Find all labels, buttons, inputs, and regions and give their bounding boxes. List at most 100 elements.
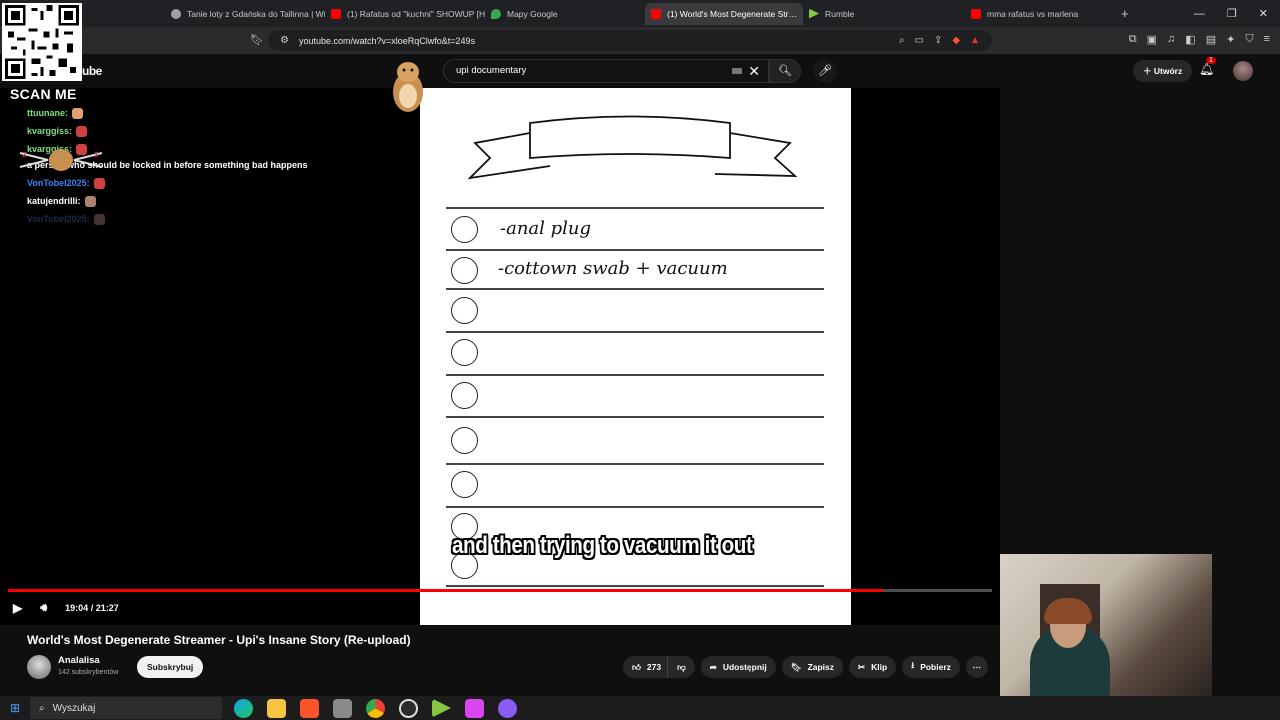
clip-label: Klip [871, 662, 888, 672]
checklist-divider [446, 506, 824, 508]
chat-message: VonTobel2025: [27, 174, 317, 192]
tab-label: Rumble [825, 8, 855, 19]
youtube-icon [331, 8, 341, 19]
messenger-icon[interactable] [498, 698, 517, 718]
minimize-icon[interactable]: — [1194, 8, 1205, 20]
youtube-logo[interactable]: ube [82, 64, 102, 78]
clear-search-icon[interactable]: ✕ [748, 60, 760, 82]
restore-icon[interactable]: ❐ [1227, 7, 1237, 20]
notifications-button[interactable]: 🔔︎ 1 [1199, 57, 1216, 76]
hamster-emote-sticker: z z [19, 149, 103, 171]
checklist-divider [446, 249, 824, 251]
obs-icon[interactable] [399, 698, 418, 718]
tab-label: Mapy Google [507, 8, 558, 19]
youtube-icon [971, 8, 981, 19]
screen: Tanie loty z Gdańska do Tallinna | Wi… (… [0, 0, 1280, 720]
account-avatar[interactable] [1233, 61, 1253, 81]
channel-avatar[interactable] [27, 655, 51, 679]
chat-user: VonTobel2025: [27, 178, 90, 188]
menu-icon[interactable]: ≡ [1264, 33, 1270, 46]
chat-user: kvarggiss: [27, 126, 73, 136]
checkbox-circle [451, 382, 478, 409]
extension-icons: ⧉ ▣ ♫ ◧ ▤ ✦ ⛉ ≡ [1129, 33, 1270, 46]
rumble-icon[interactable] [432, 698, 451, 718]
search-button[interactable]: 🔍︎ [769, 59, 801, 83]
youtube-header: ube upi documentary ✕ 🔍︎ 🎤︎ ＋ Utwórz 🔔︎ … [0, 54, 1280, 88]
search-input[interactable]: upi documentary ✕ [443, 59, 769, 83]
window-controls: — ❐ ✕ [1194, 0, 1280, 27]
video-progress-bar[interactable] [8, 589, 992, 592]
chat-user: ttuunane: [27, 108, 68, 118]
close-window-icon[interactable]: ✕ [1259, 7, 1268, 20]
checklist-divider [446, 207, 824, 209]
site-settings-icon[interactable]: ⚙ [280, 35, 289, 46]
emote-icon [93, 213, 105, 225]
emote-icon [93, 177, 105, 189]
share-arrow-icon: ➦ [709, 661, 717, 672]
tab-mma-rafatus[interactable]: mma rafatus vs marlena [965, 3, 1115, 25]
volume-icon[interactable]: 🔊︎ [40, 602, 47, 615]
checklist-item: -anal plug [500, 218, 592, 239]
globe-icon [171, 8, 181, 19]
chrome-icon[interactable] [366, 698, 385, 718]
subscribe-button[interactable]: Subskrybuj [137, 656, 204, 678]
tab-label: (1) Rafatus od "kuchni" SHOWUP [H… [347, 8, 485, 19]
save-label: Zapisz [807, 662, 835, 672]
app-icon[interactable] [333, 698, 352, 718]
taskbar-apps [234, 698, 517, 718]
tab-rumble[interactable]: Rumble [803, 3, 965, 25]
wallet-icon[interactable]: ▣ [1147, 33, 1157, 46]
download-button[interactable]: ⭳ Pobierz [902, 656, 960, 678]
share-icon[interactable]: ⇪ [934, 35, 942, 46]
tab-current-video[interactable]: (1) World's Most Degenerate Str… ✕ [645, 2, 803, 25]
rumble-icon [809, 8, 819, 19]
screen-icon[interactable]: ▭ [915, 35, 924, 46]
brave-icon[interactable] [300, 698, 319, 718]
taskbar-search[interactable]: ⌕ Wyszukaj [30, 697, 222, 719]
voice-search-button[interactable]: 🎤︎ [813, 59, 837, 83]
bookmark-icon[interactable]: 🔖︎ [250, 33, 264, 46]
video-actions: 👍︎ 273 👎︎ ➦ Udostępnij 🔖︎ Zapisz ✂ Klip … [623, 656, 988, 678]
zoom-icon[interactable]: ⌕ [899, 35, 905, 46]
more-actions-button[interactable]: ⋯ [965, 656, 988, 678]
tab-label: Tanie loty z Gdańska do Tallinna | Wi… [187, 8, 325, 19]
create-button[interactable]: ＋ Utwórz [1133, 60, 1193, 82]
player-controls: ▶ 🔊︎ 19:04 / 21:27 [0, 596, 1000, 620]
qr-code-pattern [5, 5, 79, 79]
ai-icon[interactable]: ✦ [1226, 33, 1235, 46]
channel-name[interactable]: Analalisa [58, 655, 100, 666]
address-bar[interactable]: ⚙ youtube.com/watch?v=xloeRqClwfo&t=249s… [268, 30, 992, 51]
shield-icon[interactable]: ⛉ [1245, 33, 1253, 46]
brave-rewards-icon[interactable]: ▲ [970, 35, 980, 46]
play-icon[interactable]: ▶ [13, 601, 22, 615]
chat-user: VonTobel2025: [27, 214, 90, 224]
keyboard-icon[interactable] [732, 68, 742, 74]
map-pin-icon [491, 8, 501, 19]
file-explorer-icon[interactable] [267, 698, 286, 718]
new-tab-button[interactable]: + [1115, 3, 1135, 25]
music-icon[interactable]: ♫ [1167, 33, 1175, 46]
windows-start-icon[interactable]: ⊞ [0, 701, 30, 715]
microphone-icon: 🎤︎ [818, 65, 832, 77]
brave-shield-icon[interactable]: ◆ [952, 35, 960, 46]
taskbar-search-label: Wyszukaj [52, 702, 96, 714]
clip-button[interactable]: ✂ Klip [849, 656, 897, 678]
like-button[interactable]: 👍︎ 273 [623, 656, 668, 678]
extension-icon[interactable]: ⧉ [1129, 33, 1137, 46]
edge-icon[interactable] [234, 698, 253, 718]
banner-drawing [467, 115, 798, 180]
tab-rafatus-showup[interactable]: (1) Rafatus od "kuchni" SHOWUP [H… [325, 3, 485, 25]
save-button[interactable]: 🔖︎ Zapisz [781, 656, 844, 678]
dislike-button[interactable]: 👎︎ [667, 656, 695, 678]
vpn-icon[interactable]: ▤ [1206, 33, 1216, 46]
app-icon[interactable] [465, 698, 484, 718]
address-tools: ⌕ ▭ ⇪ ◆ ▲ [899, 35, 980, 46]
create-label: Utwórz [1153, 66, 1183, 76]
tab-flights[interactable]: Tanie loty z Gdańska do Tallinna | Wi… [165, 3, 325, 25]
share-button[interactable]: ➦ Udostępnij [700, 656, 776, 678]
svg-text:z: z [22, 150, 27, 160]
chat-message: katujendrilli: [27, 192, 317, 210]
sidebar-icon[interactable]: ◧ [1185, 33, 1195, 46]
thumbs-up-icon: 👍︎ [632, 661, 641, 672]
tab-google-maps[interactable]: Mapy Google [485, 3, 645, 25]
